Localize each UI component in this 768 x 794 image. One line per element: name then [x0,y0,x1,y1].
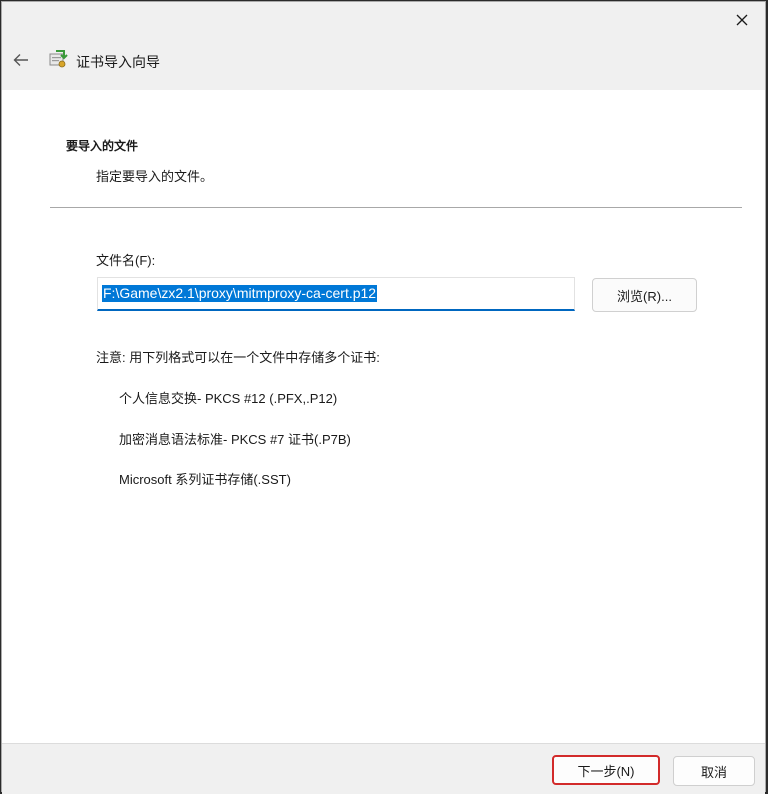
format-note: 注意: 用下列格式可以在一个文件中存储多个证书: [96,350,380,365]
file-name-input[interactable]: F:\Game\zx2.1\proxy\mitmproxy-ca-cert.p1… [97,277,575,311]
browse-button[interactable]: 浏览(R)... [592,278,697,312]
back-arrow-icon [13,54,28,66]
wizard-content: 要导入的文件 指定要导入的文件。 文件名(F): F:\Game\zx2.1\p… [2,90,765,743]
header-divider [50,207,742,208]
certificate-wizard-icon [49,50,68,68]
title-bar: 证书导入向导 [2,2,765,90]
format-item-pfx: 个人信息交换- PKCS #12 (.PFX,.P12) [119,391,338,406]
back-button[interactable] [8,46,34,74]
file-name-label: 文件名(F): [96,253,156,268]
close-icon [736,14,748,26]
format-item-sst: Microsoft 系列证书存储(.SST) [119,472,291,487]
close-button[interactable] [719,2,765,38]
wizard-title: 证书导入向导 [76,54,160,70]
file-name-value: F:\Game\zx2.1\proxy\mitmproxy-ca-cert.p1… [102,285,378,302]
page-heading: 要导入的文件 [66,139,139,153]
format-item-p7b: 加密消息语法标准- PKCS #7 证书(.P7B) [119,432,351,447]
next-button[interactable]: 下一步(N) [552,755,660,785]
cancel-button[interactable]: 取消 [673,756,755,786]
wizard-footer: 下一步(N) 取消 [2,743,765,794]
page-description: 指定要导入的文件。 [96,169,214,184]
certificate-import-wizard-window: 证书导入向导 要导入的文件 指定要导入的文件。 文件名(F): F:\Game\… [1,1,766,794]
